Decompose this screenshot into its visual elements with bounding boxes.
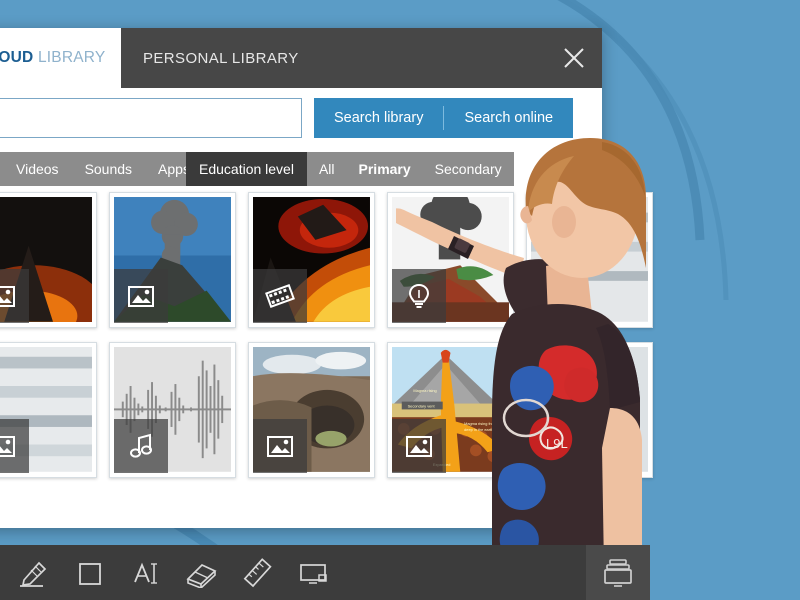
student-photo: L9L [396,138,646,600]
category-videos[interactable]: Videos [3,152,72,186]
image-icon [0,286,15,307]
thumbnail [114,197,231,323]
image-icon [0,436,15,457]
results-column [248,192,375,482]
thumbnail [0,347,92,473]
pen-tool[interactable] [6,545,62,600]
result-card[interactable] [109,192,236,328]
type-badge [114,419,168,473]
thumbnail [114,347,231,473]
eraser-tool[interactable] [174,545,230,600]
pen-icon [20,561,47,587]
thumbnail [253,197,370,323]
ruler-tool[interactable] [230,545,286,600]
search-input[interactable] [0,98,302,138]
result-card[interactable] [248,192,375,328]
music-icon [130,433,152,458]
type-badge [253,419,307,473]
ruler-icon [243,557,272,587]
result-card[interactable] [109,342,236,478]
education-level-all[interactable]: All [307,152,347,186]
screen: i3CLOUD LIBRARY PERSONAL LIBRARY Search … [0,0,800,600]
image-icon [267,436,293,457]
category-sounds[interactable]: Sounds [72,152,145,186]
film-icon [265,284,295,308]
result-card[interactable] [248,342,375,478]
bottom-toolbar [0,545,650,600]
type-badge [0,269,29,323]
thumbnail [0,197,92,323]
screen-tool[interactable] [286,545,342,600]
tab-i3cloud-library[interactable]: i3CLOUD LIBRARY [0,28,121,88]
screen-icon [300,563,327,584]
i3cloud-logo: i3CLOUD LIBRARY [0,49,105,67]
logo-strong: i3CLOUD [0,49,34,66]
category-filter-group: s Videos Sounds Apps [0,152,203,186]
tab-personal-library[interactable]: PERSONAL LIBRARY [121,28,321,88]
type-badge [114,269,168,323]
close-button[interactable] [558,42,590,74]
result-card[interactable] [0,342,97,478]
image-icon [128,286,154,307]
type-badge [253,269,307,323]
svg-text:L9L: L9L [546,436,568,451]
results-column [0,192,97,482]
layers-tool[interactable] [586,545,650,600]
tab-personal-library-label: PERSONAL LIBRARY [143,49,299,67]
text-tool[interactable] [118,545,174,600]
square-icon [79,562,101,585]
type-badge [0,419,29,473]
close-icon [564,48,584,68]
text-icon [134,562,157,584]
shape-tool[interactable] [62,545,118,600]
eraser-icon [186,563,217,588]
results-column [109,192,236,482]
stacked-screens-icon [604,558,632,587]
result-card[interactable] [0,192,97,328]
education-level-label[interactable]: Education level [186,152,307,186]
thumbnail [253,347,370,473]
logo-light: LIBRARY [37,49,106,66]
window-titlebar: i3CLOUD LIBRARY PERSONAL LIBRARY [0,28,602,88]
